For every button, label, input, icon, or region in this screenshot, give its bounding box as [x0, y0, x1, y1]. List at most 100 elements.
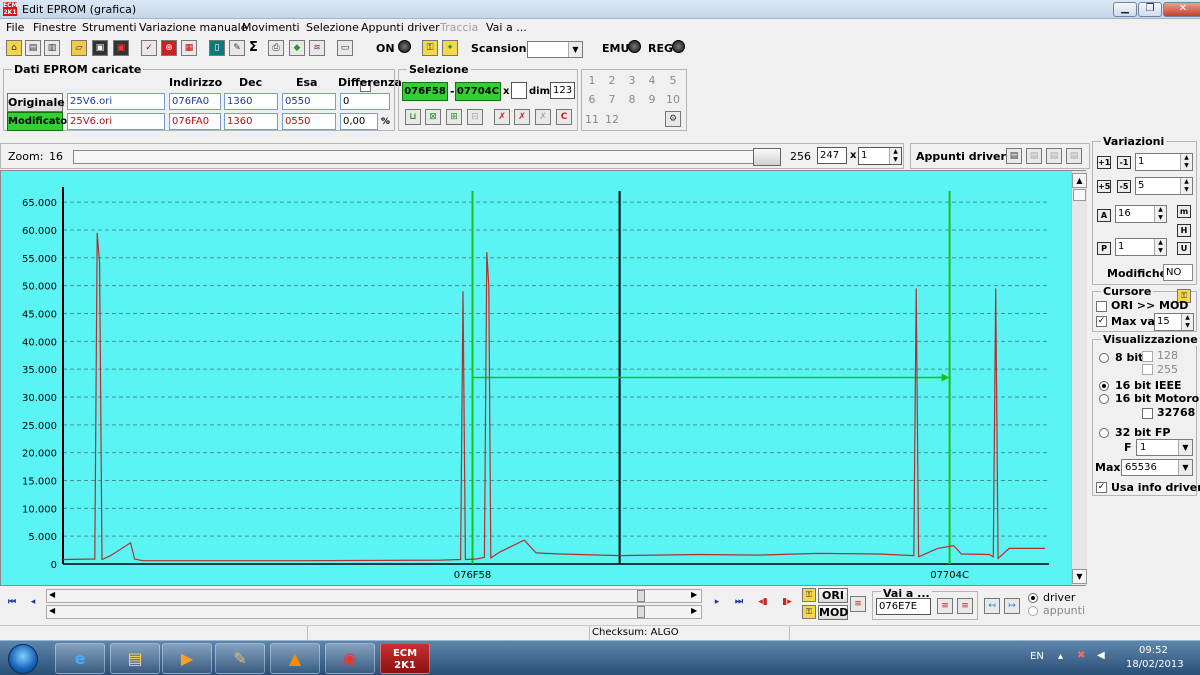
grid-7[interactable]: 7	[602, 93, 622, 106]
menu-movimenti[interactable]: Movimenti	[242, 21, 300, 34]
zoom-field[interactable]: 247	[817, 147, 847, 164]
spin-up-icon[interactable]: ▲	[1154, 206, 1166, 214]
spin-up-icon[interactable]: ▲	[1180, 178, 1192, 186]
select-start-icon[interactable]: ⊔	[405, 109, 421, 125]
windows-icon[interactable]: ▤	[25, 40, 41, 56]
prev-step-icon[interactable]: ◂	[24, 594, 42, 612]
vai-a-field[interactable]: 076E7E	[876, 598, 931, 615]
volume-icon[interactable]: ◀	[1097, 650, 1105, 661]
spin-up-icon[interactable]: ▲	[1181, 314, 1193, 322]
left-arrow-icon[interactable]: ↤	[984, 598, 1000, 614]
radio-appunti[interactable]	[1028, 606, 1038, 616]
horizontal-scrollbar-bottom[interactable]: ◀ ▶	[46, 605, 702, 619]
dim-field[interactable]: 123	[550, 82, 575, 99]
run-icon[interactable]: ✦	[442, 40, 458, 56]
paste-selection-icon[interactable]: ✗	[514, 109, 530, 125]
originale-differenza-field[interactable]: 0	[340, 93, 390, 110]
select-range-icon[interactable]: ⊠	[425, 109, 441, 125]
language-indicator[interactable]: EN	[1030, 651, 1044, 662]
radio-driver[interactable]	[1028, 593, 1038, 603]
ecm-app-icon[interactable]: ECM 2K1	[380, 643, 430, 674]
copy-selection-icon[interactable]: ✗	[494, 109, 510, 125]
m-icon[interactable]: m	[1177, 205, 1191, 218]
variazione-2-spinner[interactable]: 5 ▲ ▼	[1135, 177, 1193, 195]
spin-down-icon[interactable]: ▼	[1154, 214, 1166, 222]
minus-one-icon[interactable]: -1	[1117, 156, 1131, 169]
modificato-esa-field[interactable]: 0550	[282, 113, 336, 130]
menu-appunti-driver[interactable]: Appunti driver	[361, 21, 440, 34]
clipboard-copy-icon[interactable]: ▤	[1026, 148, 1042, 164]
mod-button[interactable]: MOD	[818, 605, 848, 620]
grid-2[interactable]: 2	[602, 74, 622, 87]
originale-indirizzo-field[interactable]: 076FA0	[169, 93, 221, 110]
clock-time[interactable]: 09:52	[1139, 645, 1168, 656]
lock-icon[interactable]: ⚿	[422, 40, 438, 56]
max-var-spinner[interactable]: 15 ▲ ▼	[1154, 313, 1194, 331]
radio-16-bit-ieee[interactable]	[1099, 381, 1109, 391]
delete-selection-icon[interactable]: ✗	[535, 109, 551, 125]
start-button[interactable]	[8, 644, 38, 674]
compare-icon[interactable]: ⊕	[161, 40, 177, 56]
print-icon[interactable]: ⎙	[268, 40, 284, 56]
prev-mark-icon[interactable]: ◂▮	[754, 594, 772, 612]
clipboard-clear-icon[interactable]: ▤	[1066, 148, 1082, 164]
scroll-down-icon[interactable]: ▼	[1072, 569, 1087, 584]
save-as-icon[interactable]: ▣	[113, 40, 129, 56]
save-icon[interactable]: ▣	[92, 40, 108, 56]
grid-5[interactable]: 5	[663, 74, 683, 87]
table-icon[interactable]: ▦	[181, 40, 197, 56]
select-clear-icon[interactable]: ⊟	[467, 109, 483, 125]
grid-8[interactable]: 8	[622, 93, 642, 106]
graph-icon[interactable]: ≋	[309, 40, 325, 56]
export-icon[interactable]: ◆	[289, 40, 305, 56]
chrome-icon[interactable]: ◉	[325, 643, 375, 674]
close-button[interactable]: ✕	[1163, 2, 1200, 17]
spin-down-icon[interactable]: ▼	[1154, 247, 1166, 255]
spin-down-icon[interactable]: ▼	[1180, 186, 1192, 194]
mod-lock-icon[interactable]: ⚿	[802, 605, 816, 619]
zoom-slider-thumb[interactable]	[753, 148, 781, 166]
explorer-icon[interactable]: ▤	[110, 643, 160, 674]
usa-info-driver-checkbox[interactable]: ✓	[1096, 482, 1107, 493]
next-step-icon[interactable]: ▸	[708, 594, 726, 612]
minus-five-icon[interactable]: -5	[1117, 180, 1131, 193]
horizontal-scrollbar-top[interactable]: ◀ ▶	[46, 589, 702, 603]
ori-button[interactable]: ORI	[818, 588, 848, 603]
spin-up-icon[interactable]: ▲	[1154, 239, 1166, 247]
p-icon[interactable]: P	[1097, 242, 1111, 255]
scroll-right-icon[interactable]: ▶	[691, 606, 697, 615]
menu-strumenti[interactable]: Strumenti	[82, 21, 137, 34]
last-page-icon[interactable]: ⏭	[730, 594, 748, 612]
spin-up-icon[interactable]: ▲	[1180, 154, 1192, 162]
zoom-slider-track[interactable]	[73, 150, 779, 164]
checkbox-32768[interactable]	[1142, 408, 1153, 419]
spin-up-icon[interactable]: ▲	[889, 148, 901, 156]
selezione-x-field[interactable]	[511, 82, 527, 99]
menu-vai-a[interactable]: Vai a ...	[486, 21, 527, 34]
originale-button[interactable]: Originale	[7, 93, 65, 112]
f-select[interactable]: 1 ▼	[1136, 439, 1193, 456]
originale-file-field[interactable]: 25V6.ori	[67, 93, 165, 110]
a-spinner[interactable]: 16 ▲ ▼	[1115, 205, 1167, 223]
spin-down-icon[interactable]: ▼	[889, 156, 901, 164]
open-folder-icon[interactable]: ▱	[71, 40, 87, 56]
scroll-thumb[interactable]	[637, 606, 645, 618]
flag-icon[interactable]: ≡	[850, 596, 866, 612]
p-spinner[interactable]: 1 ▲ ▼	[1115, 238, 1167, 256]
menu-finestre[interactable]: Finestre	[33, 21, 76, 34]
scroll-thumb[interactable]	[637, 590, 645, 602]
radio-32-bit-fp[interactable]	[1099, 428, 1109, 438]
grid-1[interactable]: 1	[582, 74, 602, 87]
modificato-file-field[interactable]: 25V6.ori	[67, 113, 165, 130]
vlc-icon[interactable]: ▲	[270, 643, 320, 674]
clipboard-paste-icon[interactable]: ▤	[1046, 148, 1062, 164]
originale-esa-field[interactable]: 0550	[282, 93, 336, 110]
a-icon[interactable]: A	[1097, 209, 1111, 222]
grid-12[interactable]: 12	[602, 113, 622, 126]
calculator-icon[interactable]: ▯	[209, 40, 225, 56]
max-var-checkbox[interactable]: ✓	[1096, 316, 1107, 327]
next-mark-icon[interactable]: ▮▸	[778, 594, 796, 612]
radio-16-bit-motorola[interactable]	[1099, 394, 1109, 404]
scroll-left-icon[interactable]: ◀	[49, 606, 55, 615]
spin-down-icon[interactable]: ▼	[1181, 322, 1193, 330]
